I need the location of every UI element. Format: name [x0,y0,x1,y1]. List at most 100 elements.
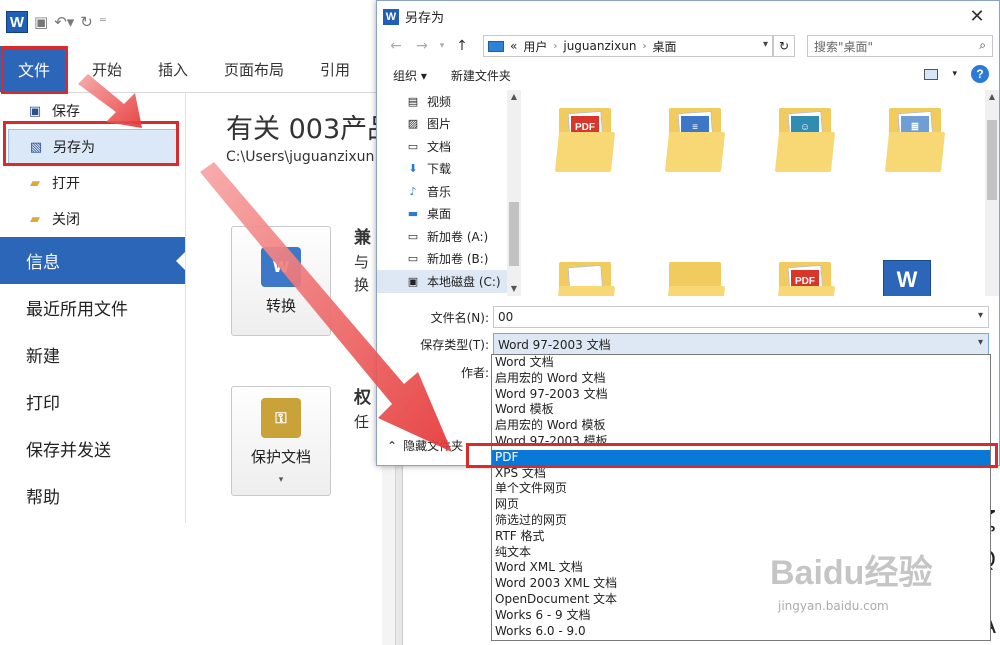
save-icon[interactable]: ▣ [34,13,48,31]
backstage-recent[interactable]: 最近所用文件 [0,284,185,331]
folder-item[interactable] [553,256,617,296]
undo-icon[interactable]: ↶▾ [54,13,74,31]
option-single-file-web[interactable]: 单个文件网页 [492,481,990,497]
tree-item-documents[interactable]: ▭ 文档 [377,135,507,158]
scroll-thumb[interactable] [509,202,519,266]
convert-button[interactable]: W 转换 [231,226,331,336]
navigation-pane: ▤ 视频 ▨ 图片 ▭ 文档 ⬇ 下载 ♪ 音乐 ▬ 桌面 ▭ 新加卷 (A:) ▭ 新加卷 (… [377,90,507,296]
up-arrow-icon[interactable]: ↑ [451,38,473,54]
option-word-docx[interactable]: Word 文档 [492,355,990,371]
backstage-save-send[interactable]: 保存并发送 [0,425,185,472]
option-word-template[interactable]: Word 模板 [492,402,990,418]
floppy-icon: ▣ [28,103,42,119]
address-overflow[interactable]: « [510,39,517,53]
drive-icon: ▭ [407,229,419,243]
folder-item[interactable]: ≣ [883,102,947,176]
folder-item[interactable]: PDF [553,102,617,176]
tree-item-videos[interactable]: ▤ 视频 [377,90,507,113]
drive-icon: ▭ [407,252,419,266]
folder-item[interactable]: PDF [773,256,837,296]
convert-icon: W [261,246,301,287]
filename-input[interactable]: 00 ▾ [493,306,989,328]
scroll-up-icon[interactable]: ▲ [985,92,999,101]
breadcrumb-user[interactable]: juguanzixun [563,39,636,53]
folder-item[interactable]: ☺ [773,102,837,176]
option-word-docm[interactable]: 启用宏的 Word 文档 [492,371,990,387]
tab-insert[interactable]: 插入 [140,59,206,80]
open-folder-icon: ▰ [30,175,40,191]
chevron-down-icon[interactable]: ▾ [978,310,983,321]
option-word-97-2003[interactable]: Word 97-2003 文档 [492,387,990,403]
watermark-url: jingyan.baidu.com [778,599,889,613]
dialog-title: 另存为 [405,11,445,26]
refresh-icon[interactable]: ↻ [773,35,795,57]
customize-qat-icon[interactable]: ⁼ [99,13,107,31]
address-bar[interactable]: « 用户 › juguanzixun › 桌面 ▾ [483,35,773,57]
search-input[interactable]: 搜索"桌面" ⌕ [807,35,993,57]
breadcrumb-desktop[interactable]: 桌面 [652,38,676,55]
folder-item[interactable] [663,256,727,296]
filetype-value: Word 97-2003 文档 [498,337,611,352]
breadcrumb-chevron-icon[interactable]: › [642,41,646,52]
navigation-scrollbar[interactable]: ▲ ▼ [507,90,521,296]
word-file-icon[interactable]: W [883,260,931,296]
new-folder-button[interactable]: 新建文件夹 [451,67,511,84]
backstage-close[interactable]: ▰ 关闭 [0,201,185,237]
dialog-titlebar[interactable]: W 另存为 [377,1,999,32]
breadcrumb-users[interactable]: 用户 [523,38,547,55]
folder-item[interactable]: ≡ [663,102,727,176]
dialog-word-icon: W [383,8,399,25]
breadcrumb-chevron-icon[interactable]: › [553,41,557,52]
chevron-down-icon[interactable]: ▾ [952,69,957,79]
view-options-icon[interactable] [924,68,939,80]
tab-home[interactable]: 开始 [68,59,140,80]
scroll-down-icon[interactable]: ▼ [507,284,521,293]
tree-item-music[interactable]: ♪ 音乐 [377,180,507,203]
annotation-box-save-as [3,121,179,166]
close-icon[interactable]: ✕ [955,1,999,32]
backstage-open[interactable]: ▰ 打开 [0,165,185,201]
baidu-watermark: Baidu经验 jingyan.baidu.com [770,545,950,635]
close-folder-icon: ▰ [30,211,40,227]
file-list-scrollbar[interactable]: ▲ [985,90,999,296]
annotation-box-pdf [466,443,998,468]
scroll-up-icon[interactable]: ▲ [507,92,521,101]
option-web-page[interactable]: 网页 [492,497,990,513]
backstage-new[interactable]: 新建 [0,331,185,378]
tab-references[interactable]: 引用 [302,59,368,80]
backstage-help[interactable]: 帮助 [0,472,185,519]
tree-item-desktop[interactable]: ▬ 桌面 [377,203,507,226]
hide-folders-label: 隐藏文件夹 [403,439,464,453]
search-icon[interactable]: ⌕ [979,38,986,53]
tree-item-drive-c[interactable]: ▣ 本地磁盘 (C:) [377,270,507,293]
help-icon[interactable]: ? [971,65,989,83]
option-filtered-web-page[interactable]: 筛选过的网页 [492,513,990,529]
option-rtf[interactable]: RTF 格式 [492,529,990,545]
address-dropdown-icon[interactable]: ▾ [763,39,768,50]
protect-document-button[interactable]: ⚿ 保护文档 ▾ [231,386,331,496]
redo-icon[interactable]: ↻ [80,13,93,31]
address-bar-row: ← → ▾ ↑ « 用户 › juguanzixun › 桌面 ▾ ↻ 搜索"桌… [377,32,999,60]
organize-button[interactable]: 组织 ▾ [393,67,427,84]
backstage-print[interactable]: 打印 [0,378,185,425]
tree-label: 图片 [427,117,452,132]
tree-item-drive-a[interactable]: ▭ 新加卷 (A:) [377,225,507,248]
tree-item-downloads[interactable]: ⬇ 下载 [377,158,507,181]
backstage-info[interactable]: 信息 [0,237,186,284]
hide-folders-button[interactable]: ⌃ 隐藏文件夹 [387,437,463,454]
drive-icon: ▣ [407,274,419,288]
backstage-open-label: 打开 [52,176,80,192]
forward-arrow-icon[interactable]: → [411,38,433,54]
tab-page-layout[interactable]: 页面布局 [206,59,302,80]
author-label: 作者: [460,366,489,380]
dialog-toolbar: 组织 ▾ 新建文件夹 ▾ ? [377,60,999,90]
scroll-thumb[interactable] [987,120,997,200]
tree-item-pictures[interactable]: ▨ 图片 [377,113,507,136]
filetype-select[interactable]: Word 97-2003 文档 ▾ [493,333,989,355]
back-arrow-icon[interactable]: ← [385,38,407,54]
chevron-down-icon[interactable]: ▾ [978,337,983,348]
recent-locations-icon[interactable]: ▾ [437,41,447,51]
tree-item-drive-b[interactable]: ▭ 新加卷 (B:) [377,248,507,271]
option-word-macro-template[interactable]: 启用宏的 Word 模板 [492,418,990,434]
permissions-heading: 权 [354,388,371,408]
